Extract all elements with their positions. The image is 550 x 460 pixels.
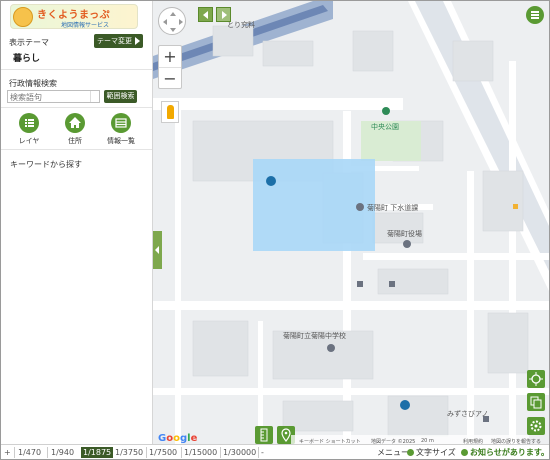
copy-button[interactable] [527,393,545,411]
scale-option[interactable]: 1/7500 [149,447,177,458]
zoom-in-button[interactable]: + [159,46,181,68]
search-input[interactable] [10,92,90,102]
forward-button[interactable] [216,7,231,22]
theme-change-label: テーマ変更 [97,37,132,45]
theme-change-button[interactable]: テーマ変更 [94,34,143,48]
map-label-town-office: 菊陽町役場 [387,230,422,238]
keyword-search-link[interactable]: キーワードから探す [10,159,82,170]
logo-subtitle: 地図情報サービス [61,22,110,29]
compass-control[interactable] [158,7,186,35]
table-icon [111,113,131,133]
divider [1,107,152,108]
menu-link-label: メニュー [377,448,409,457]
panel-collapse-button[interactable] [153,231,162,269]
map-label-sewer: 菊陽町 下水道課 [367,204,419,212]
current-location-button[interactable] [527,370,545,388]
scale-option[interactable]: 1/3750 [115,447,143,458]
street-view-button[interactable] [161,101,179,123]
notice-label: お知らせがあります。 [470,448,550,457]
chevron-left-icon [155,246,159,254]
text-size-icon [407,449,414,456]
map-drawing [153,1,549,444]
info-list-label: 情報一覧 [107,137,135,145]
scale-option[interactable]: 1/940 [51,447,74,458]
pegman-icon [167,105,174,119]
theme-value: 暮らし [13,54,41,64]
side-panel: きくようまっぷ 地図情報サービス 表示テーマ 暮らし テーマ変更 行政情報検索 … [1,1,153,444]
map-label-corner: とり究料 [227,21,255,29]
info-list-button[interactable]: 情報一覧 [101,113,141,146]
address-button[interactable]: 住所 [55,113,95,146]
layer-label: レイヤ [18,137,40,145]
search-box [7,90,100,103]
mascot-icon [13,7,33,27]
crosshair-icon [529,372,543,386]
chevron-left-icon [203,11,208,19]
back-button[interactable] [198,7,213,22]
dropdown-icon[interactable] [90,91,99,102]
text-size-button[interactable]: 文字サイズ [407,447,456,458]
chevron-right-icon [222,11,227,19]
notice-link[interactable]: お知らせがあります。 [461,447,549,458]
map-canvas[interactable]: 中央公園 菊陽町 下水道課 菊陽町役場 菊陽町立菊陽中学校 みずさびアノ とり究… [153,1,549,444]
map-label-school: 菊陽町立菊陽中学校 [283,332,346,340]
scale-next-button[interactable]: - [261,447,264,458]
layer-button[interactable]: レイヤ [9,113,49,146]
text-size-label: 文字サイズ [416,448,456,457]
scale-option[interactable]: 1/470 [18,447,41,458]
theme-label: 表示テーマ [9,38,49,47]
scale-option[interactable]: 1/15000 [184,447,217,458]
google-logo: Google [158,433,198,444]
hamburger-icon [531,11,539,13]
logo-title: きくようまっぷ [37,10,111,21]
zoom-control: + − [158,45,182,89]
info-icon [461,449,468,456]
map-label-park: 中央公園 [371,123,399,131]
settings-button[interactable] [527,417,545,435]
address-label: 住所 [68,137,82,145]
menu-link[interactable]: メニュー [377,447,409,458]
bottom-bar: + 1/470 1/940 1/1875 1/3750 1/7500 1/150… [1,444,549,459]
ruler-icon [260,428,268,442]
range-search-button[interactable]: 範囲検索 [104,90,137,103]
home-icon [65,113,85,133]
scale-prev-button[interactable]: + [4,447,11,458]
copy-icon [530,396,542,409]
scale-option-selected[interactable]: 1/1875 [81,447,114,458]
list-icon [19,113,39,133]
menu-button[interactable] [526,6,544,24]
chevron-right-icon [135,37,140,45]
divider [1,149,152,150]
gear-icon [530,420,542,432]
scale-option[interactable]: 1/30000 [223,447,256,458]
measure-button[interactable] [255,426,273,444]
site-logo[interactable]: きくようまっぷ 地図情報サービス [10,4,138,29]
zoom-out-button[interactable]: − [159,68,181,90]
admin-search-label: 行政情報検索 [9,79,57,88]
map-label-shop: みずさびアノ [447,410,489,418]
divider [1,69,152,70]
